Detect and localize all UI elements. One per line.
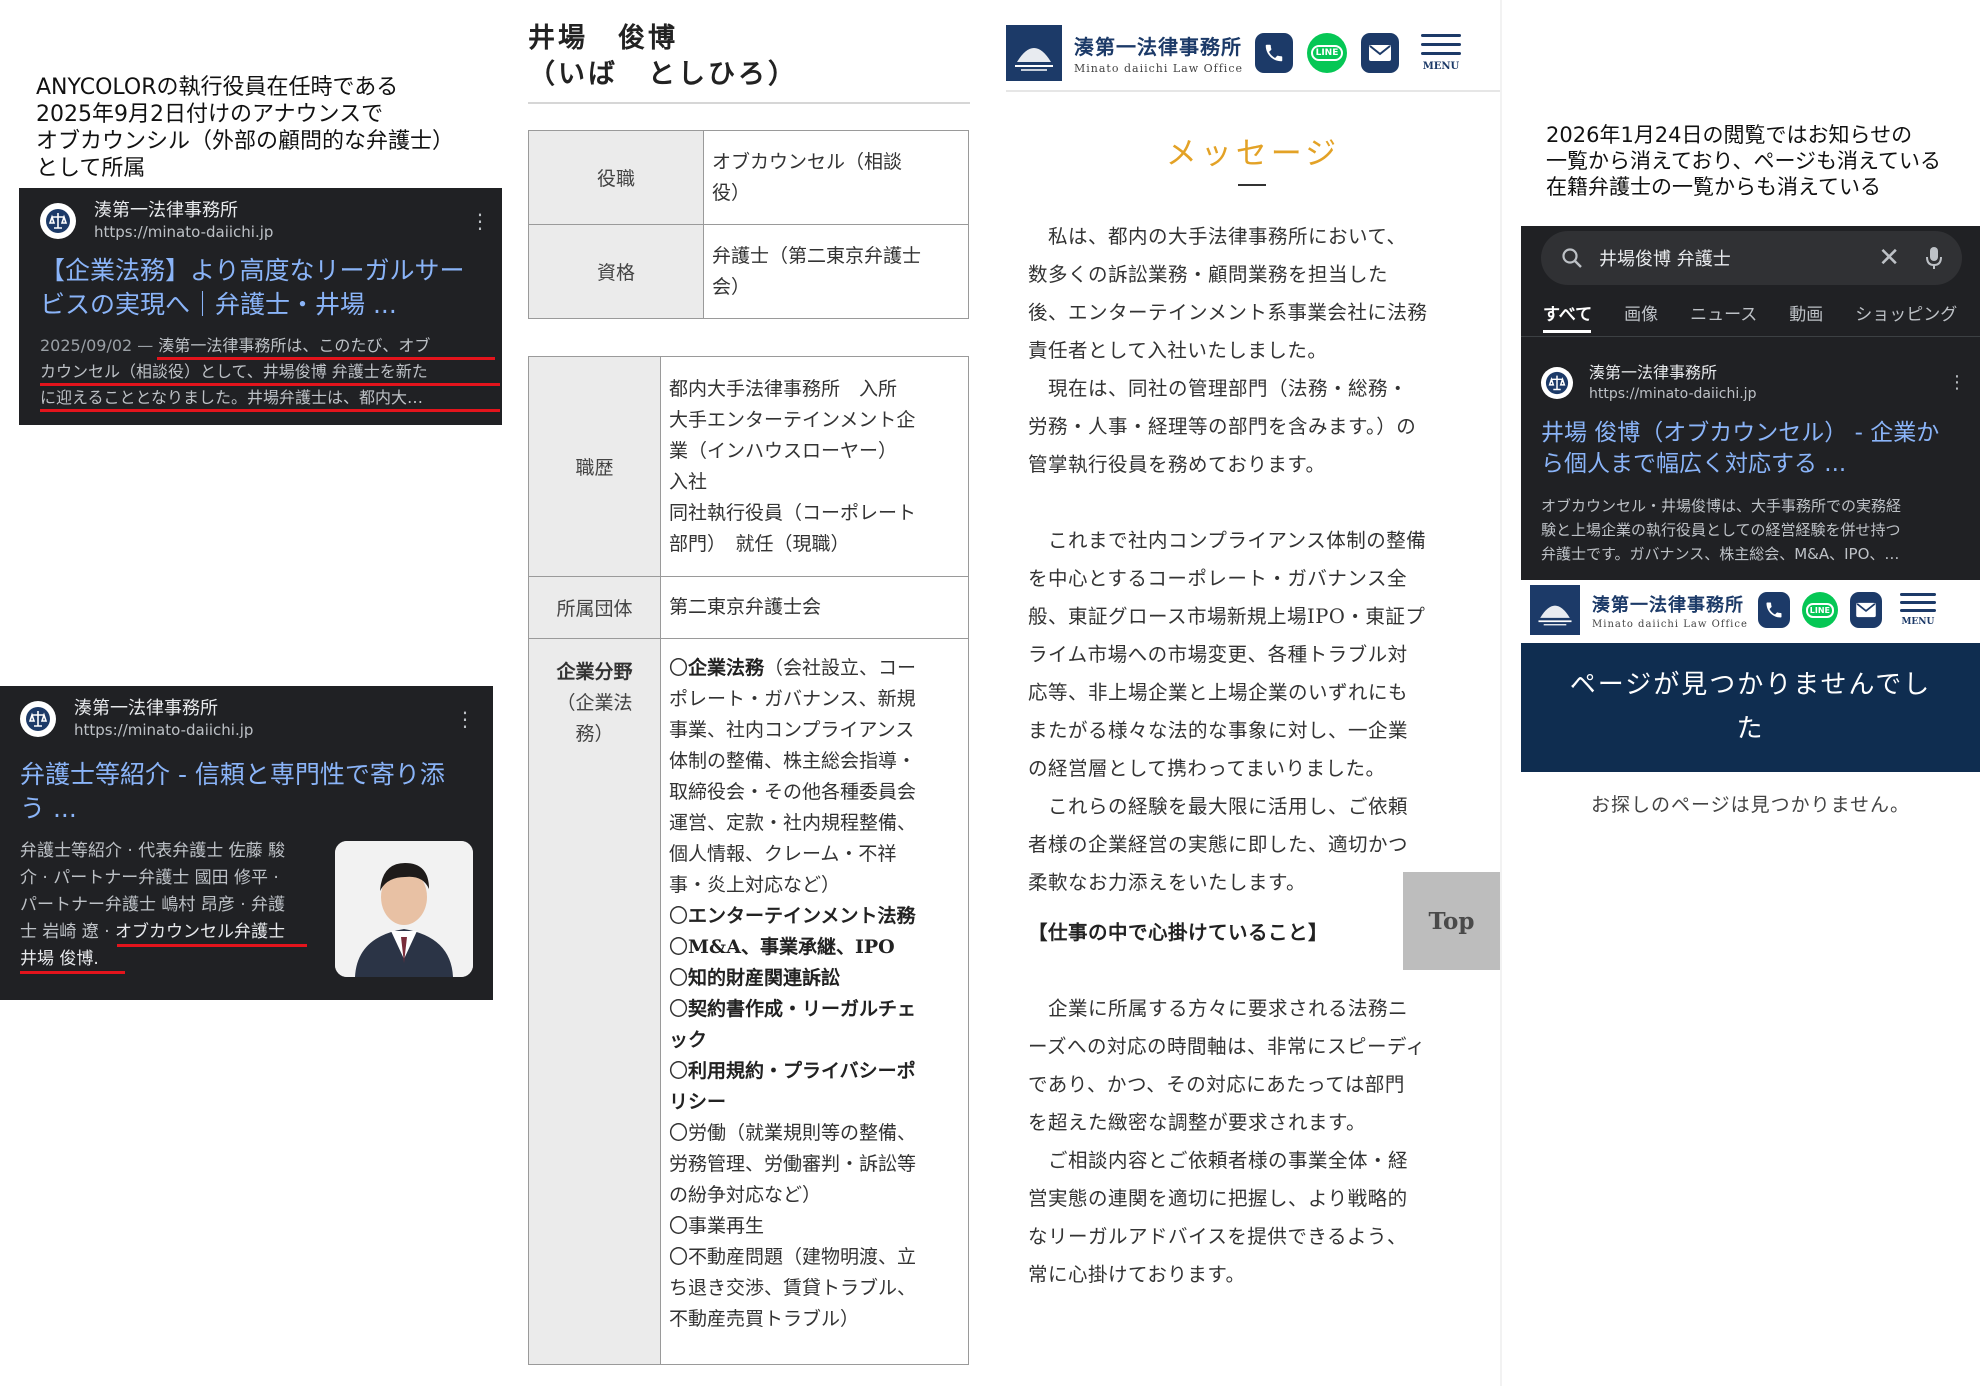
red-underline [20, 971, 125, 974]
divider [528, 102, 970, 104]
firm-logo-icon[interactable] [1006, 25, 1062, 81]
site-url[interactable]: https://minato-daiichi.jp [1589, 384, 1756, 404]
clear-icon[interactable]: ✕ [1878, 243, 1900, 273]
practice-area-item: 〇不動産問題（建物明渡、立 ち退き交渉、賃貸トラブル、 不動産売買トラブル） [669, 1246, 917, 1330]
menu-button[interactable]: MENU [1899, 593, 1936, 627]
not-found-banner: ページが見つかりませんでし た [1521, 643, 1980, 772]
site-header-404: 湊第一法律事務所 Minato daiichi Law Office LINE … [1530, 582, 1980, 638]
site-url[interactable]: https://minato-daiichi.jp [94, 222, 273, 242]
active-tab-indicator [1543, 330, 1591, 333]
more-options-icon[interactable]: ⋮ [470, 211, 490, 231]
value-qualification: 弁護士（第二東京弁護士 会） [703, 224, 969, 319]
more-options-icon[interactable]: ⋮ [1948, 373, 1966, 393]
label-position: 役職 [528, 130, 704, 225]
red-underline [40, 409, 500, 412]
profile-table-detail: 職歴 都内大手法律事務所 入所 大手エンターテインメント企 業（インハウスローヤ… [528, 356, 969, 1365]
announcement-note: ANYCOLORの執行役員在任時である 2025年9月2日付けのアナウンスで オ… [36, 75, 455, 181]
profile-name: 井場 俊博 [528, 23, 678, 54]
firm-name: 湊第一法律事務所 [1592, 594, 1744, 616]
microphone-icon[interactable] [1926, 246, 1942, 270]
tab-all[interactable]: すべて [1543, 300, 1592, 325]
practice-area-item: 〇労働（就業規則等の整備、 労務管理、労働審判・訴訟等 の紛争対応など） [669, 1122, 917, 1206]
tab-images[interactable]: 画像 [1624, 300, 1658, 325]
profile-reading: （いば としひろ） [528, 59, 798, 90]
label-practice-areas: 企業分野 （企業法 務） [528, 638, 661, 1365]
phone-icon[interactable] [1254, 33, 1293, 73]
firm-name-en: Minato daiichi Law Office [1074, 62, 1243, 75]
mail-icon[interactable] [1849, 592, 1882, 628]
not-found-message: お探しのページは見つかりません。 [1590, 794, 1911, 816]
scales-icon [20, 701, 56, 737]
red-underline [117, 944, 307, 947]
panel-divider [1500, 0, 1502, 1386]
result-snippet: オブカウンセル・井場俊博は、大手事務所での実務経 験と上場企業の執行役員としての… [1541, 497, 1902, 563]
search-icon [1561, 247, 1583, 269]
header-divider [1006, 90, 1500, 92]
firm-name: 湊第一法律事務所 [1074, 35, 1242, 59]
practice-area-list: 〇企業法務（会社設立、コー ポレート・ガバナンス、新規 事業、社内コンプライアン… [660, 638, 969, 1365]
message-paragraph-1: 私は、都内の大手法律事務所において、 数多くの訴訟業務・顧問業務を担当した 後、… [1028, 225, 1428, 476]
message-paragraph-3: 企業に所属する方々に要求される法務ニ ーズへの対応の時間軸は、非常にスピーディ … [1028, 997, 1426, 1286]
practice-area-item: 〇事業再生 [669, 1215, 765, 1237]
line-icon[interactable]: LINE [1801, 592, 1838, 628]
message-paragraph-2: これまで社内コンプライアンス体制の整備 を中心とするコーポレート・ガバナンス全 … [1028, 529, 1427, 894]
site-name: 湊第一法律事務所 [94, 200, 238, 221]
back-to-top-button[interactable]: Top [1403, 872, 1500, 970]
hamburger-icon [1420, 34, 1461, 37]
phone-icon[interactable] [1757, 592, 1790, 628]
menu-button[interactable]: MENU [1420, 34, 1461, 72]
result-title[interactable]: 【企業法務】より高度なリーガルサー ビスの実現へ｜弁護士・井場 ... [40, 254, 500, 322]
scales-icon [40, 203, 76, 239]
practice-area-item: 〇M&A、事業承継、IPO [669, 936, 895, 958]
label-qualification: 資格 [528, 224, 704, 319]
tab-videos[interactable]: 動画 [1789, 300, 1823, 325]
red-underline [157, 357, 495, 360]
result-title[interactable]: 弁護士等紹介 - 信頼と専門性で寄り添 う ... [20, 758, 480, 826]
search-input[interactable]: 井場俊博 弁護士 [1599, 245, 1731, 271]
search-bar[interactable]: 井場俊博 弁護士 ✕ [1541, 231, 1962, 285]
firm-logo-icon[interactable] [1530, 585, 1580, 635]
value-organization: 第二東京弁護士会 [660, 576, 969, 639]
search-result-announcement: 湊第一法律事務所 https://minato-daiichi.jp ⋮ 【企業… [19, 188, 502, 425]
value-position: オブカウンセル（相談 役） [703, 130, 969, 225]
label-organization: 所属団体 [528, 576, 661, 639]
practice-area-item: 〇知的財産関連訴訟 [669, 967, 841, 989]
mail-icon[interactable] [1360, 33, 1399, 73]
tabs-divider [1521, 336, 1980, 337]
red-underline [40, 383, 500, 386]
result-snippet: 弁護士等紹介 · 代表弁護士 佐藤 駿 介 · パートナー弁護士 國田 修平 ·… [20, 841, 286, 969]
search-result-lawyer-list: 湊第一法律事務所 https://minato-daiichi.jp ⋮ 弁護士… [0, 686, 493, 1000]
practice-area-item: 〇エンターテインメント法務 [669, 905, 916, 927]
line-icon[interactable]: LINE [1306, 33, 1347, 73]
result-title[interactable]: 井場 俊博（オブカウンセル） - 企業か ら個人まで幅広く対応する ... [1541, 418, 1971, 480]
profile-table-basic: 役職 オブカウンセル（相談 役） 資格 弁護士（第二東京弁護士 会） [528, 130, 969, 319]
removal-note: 2026年1月24日の閲覧ではお知らせの 一覧から消えており、ページも消えている… [1546, 123, 1942, 199]
search-tabs: すべて 画像 ニュース 動画 ショッピング [1543, 300, 1957, 325]
value-career: 都内大手法律事務所 入所 大手エンターテインメント企 業（インハウスローヤー） … [660, 356, 969, 577]
site-name: 湊第一法律事務所 [74, 698, 218, 719]
site-url[interactable]: https://minato-daiichi.jp [74, 720, 253, 740]
tab-news[interactable]: ニュース [1690, 300, 1757, 325]
lawyer-photo [335, 841, 473, 977]
title-underline [1238, 184, 1266, 186]
scales-icon [1541, 367, 1573, 399]
site-name: 湊第一法律事務所 [1589, 363, 1718, 382]
practice-area-item: 〇利用規約・プライバシーポ リシー [669, 1060, 916, 1113]
site-header: 湊第一法律事務所 Minato daiichi Law Office LINE … [1006, 18, 1486, 88]
tab-shopping[interactable]: ショッピング [1855, 300, 1957, 325]
result-snippet: 2025/09/02 — 湊第一法律事務所は、このたび、オブ カウンセル（相談役… [40, 336, 431, 407]
search-panel: 井場俊博 弁護士 ✕ すべて 画像 ニュース 動画 ショッピング 湊第一法律事務… [1521, 226, 1980, 580]
practice-area-item: 〇企業法務（会社設立、コー ポレート・ガバナンス、新規 事業、社内コンプライアン… [669, 657, 917, 896]
firm-name-en: Minato daiichi Law Office [1592, 618, 1748, 630]
more-options-icon[interactable]: ⋮ [455, 709, 475, 729]
message-title: メッセージ [1165, 136, 1341, 172]
practice-area-item: 〇契約書作成・リーガルチェ ック [669, 998, 917, 1051]
hamburger-icon [1899, 593, 1936, 596]
label-career: 職歴 [528, 356, 661, 577]
message-body: 私は、都内の大手法律事務所において、 数多くの訴訟業務・顧問業務を担当した 後、… [1028, 218, 1498, 1294]
